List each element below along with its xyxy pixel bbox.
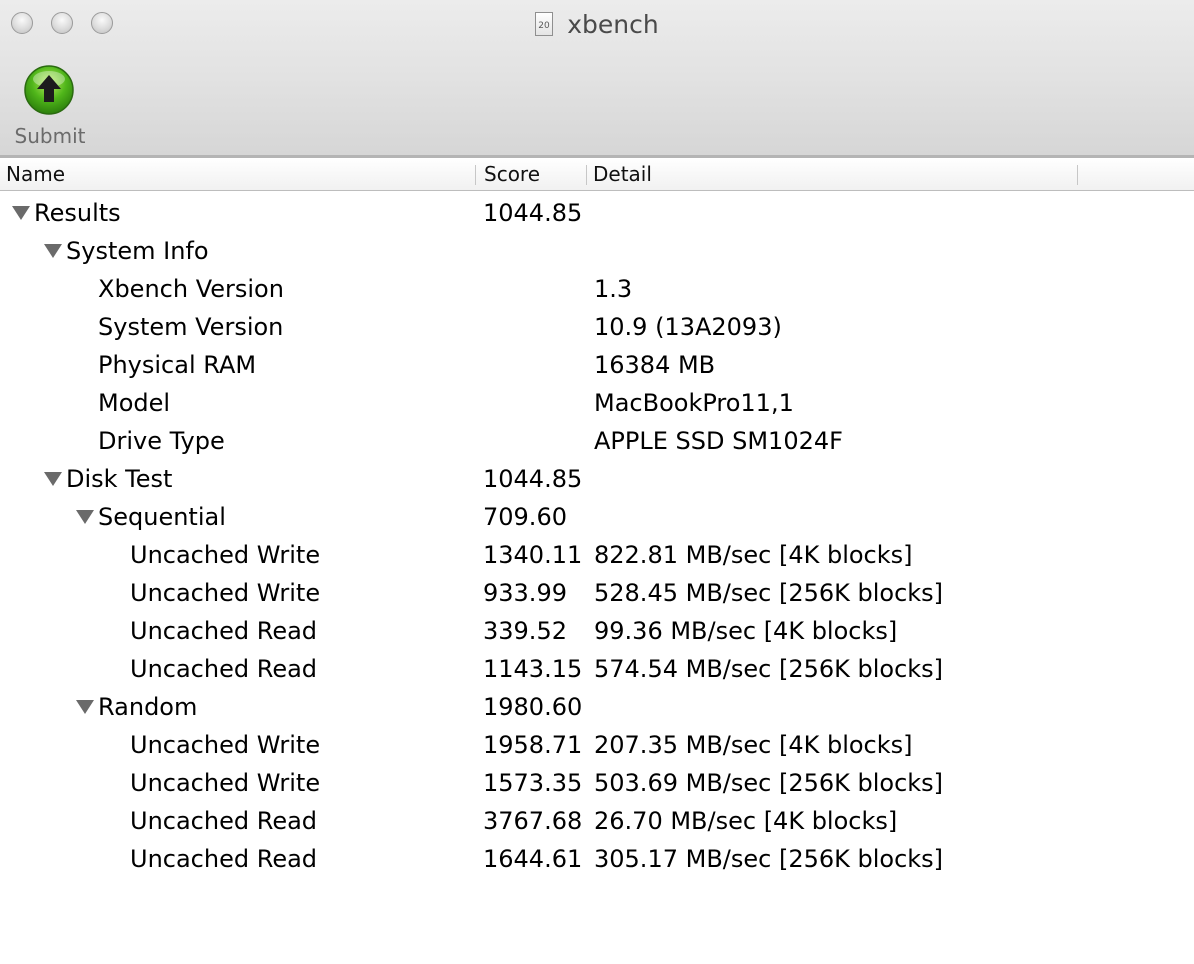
- row-name: System Version: [98, 313, 284, 341]
- column-divider[interactable]: [586, 165, 587, 185]
- row-detail: 10.9 (13A2093): [594, 313, 782, 341]
- row-name: Sequential: [98, 503, 226, 531]
- row-score: 1980.60: [483, 693, 583, 721]
- column-header-detail[interactable]: Detail: [593, 158, 652, 190]
- xbench-window: 20 xbench Submit Name Score Detail Resul…: [0, 0, 1194, 964]
- row-score: 1644.61: [483, 845, 583, 873]
- outline-row[interactable]: Uncached Read 339.52 99.36 MB/sec [4K bloc…: [0, 612, 1194, 650]
- outline-row[interactable]: Physical RAM 16384 MB: [0, 346, 1194, 384]
- document-icon: 20: [535, 12, 554, 36]
- row-name: Uncached Write: [130, 731, 321, 759]
- row-score: 1958.71: [483, 731, 583, 759]
- disclosure-triangle-icon[interactable]: [10, 194, 32, 232]
- outline-row[interactable]: Sequential 709.60: [0, 498, 1194, 536]
- row-name: Uncached Read: [130, 845, 318, 873]
- outline-row[interactable]: Results 1044.85: [0, 194, 1194, 232]
- outline-row[interactable]: Uncached Write 1958.71 207.35 MB/sec [4K b…: [0, 726, 1194, 764]
- row-detail: 574.54 MB/sec [256K blocks]: [594, 655, 944, 683]
- row-score: [483, 232, 585, 270]
- row-score: 709.60: [483, 503, 567, 531]
- column-divider[interactable]: [475, 165, 476, 185]
- submit-button[interactable]: Submit: [6, 60, 96, 152]
- row-detail: 305.17 MB/sec [256K blocks]: [594, 845, 944, 873]
- row-name: Drive Type: [98, 427, 225, 455]
- submit-arrow-icon: [24, 65, 74, 115]
- window-title: xbench: [567, 10, 659, 39]
- column-header-score[interactable]: Score: [484, 158, 540, 190]
- disclosure-triangle-icon[interactable]: [42, 460, 64, 498]
- title-toolbar: 20 xbench Submit: [0, 0, 1194, 156]
- row-detail: MacBookPro11,1: [594, 389, 794, 417]
- outline-row[interactable]: Uncached Read 3767.68 26.70 MB/sec [4K blo…: [0, 802, 1194, 840]
- row-detail: 207.35 MB/sec [4K blocks]: [594, 731, 913, 759]
- row-score: [483, 422, 585, 460]
- document-icon-text: 20: [538, 21, 550, 31]
- row-detail: 26.70 MB/sec [4K blocks]: [594, 807, 898, 835]
- disclosure-triangle-icon[interactable]: [42, 232, 64, 270]
- row-name: Disk Test: [66, 465, 173, 493]
- row-score: 1340.11: [483, 541, 583, 569]
- row-name: Uncached Read: [130, 617, 318, 645]
- disclosure-triangle-icon[interactable]: [74, 688, 96, 726]
- row-score: [483, 384, 585, 422]
- row-detail: 528.45 MB/sec [256K blocks]: [594, 579, 944, 607]
- outline-row[interactable]: System Version 10.9 (13A2093): [0, 308, 1194, 346]
- outline-row[interactable]: Uncached Write 1340.11 822.81 MB/sec [4K b…: [0, 536, 1194, 574]
- outline-row[interactable]: Uncached Write 1573.35 503.69 MB/sec [256K…: [0, 764, 1194, 802]
- row-score: 339.52: [483, 617, 567, 645]
- outline-row[interactable]: System Info: [0, 232, 1194, 270]
- row-score: 1044.85: [483, 199, 583, 227]
- row-score: 1044.85: [483, 465, 583, 493]
- row-name: Uncached Write: [130, 769, 321, 797]
- row-detail: 822.81 MB/sec [4K blocks]: [594, 541, 913, 569]
- row-detail: 99.36 MB/sec [4K blocks]: [594, 617, 898, 645]
- outline-row[interactable]: Uncached Read 1644.61 305.17 MB/sec [256K …: [0, 840, 1194, 878]
- row-name: Uncached Write: [130, 541, 321, 569]
- row-score: [483, 308, 585, 346]
- row-detail: 503.69 MB/sec [256K blocks]: [594, 769, 944, 797]
- outline-row[interactable]: Xbench Version 1.3: [0, 270, 1194, 308]
- submit-label: Submit: [14, 124, 86, 148]
- window-title-area: 20 xbench: [0, 8, 1194, 42]
- row-name: Uncached Write: [130, 579, 321, 607]
- outline-header: Name Score Detail: [0, 158, 1194, 191]
- row-detail: 16384 MB: [594, 351, 716, 379]
- row-detail: 1.3: [594, 275, 633, 303]
- row-detail: APPLE SSD SM1024F: [594, 427, 843, 455]
- row-score: 1573.35: [483, 769, 583, 797]
- row-score: 3767.68: [483, 807, 583, 835]
- row-score: [483, 270, 585, 308]
- row-name: System Info: [66, 237, 209, 265]
- row-score: 1143.15: [483, 655, 583, 683]
- column-divider[interactable]: [1077, 165, 1078, 185]
- outline-row[interactable]: Uncached Read 1143.15 574.54 MB/sec [256K …: [0, 650, 1194, 688]
- row-score: [483, 346, 585, 384]
- outline-row[interactable]: Random 1980.60: [0, 688, 1194, 726]
- outline-row[interactable]: Model MacBookPro11,1: [0, 384, 1194, 422]
- disclosure-triangle-icon[interactable]: [74, 498, 96, 536]
- row-name: Random: [98, 693, 198, 721]
- row-name: Model: [98, 389, 171, 417]
- row-name: Physical RAM: [98, 351, 257, 379]
- column-header-name[interactable]: Name: [6, 158, 65, 190]
- outline-row[interactable]: Drive Type APPLE SSD SM1024F: [0, 422, 1194, 460]
- row-score: 933.99: [483, 579, 567, 607]
- outline-rows: Results 1044.85 System Info Xbench Version 1…: [0, 194, 1194, 878]
- row-name: Uncached Read: [130, 807, 318, 835]
- outline-row[interactable]: Disk Test 1044.85: [0, 460, 1194, 498]
- row-name: Uncached Read: [130, 655, 318, 683]
- row-name: Results: [34, 199, 121, 227]
- row-name: Xbench Version: [98, 275, 284, 303]
- outline-row[interactable]: Uncached Write 933.99 528.45 MB/sec [256K …: [0, 574, 1194, 612]
